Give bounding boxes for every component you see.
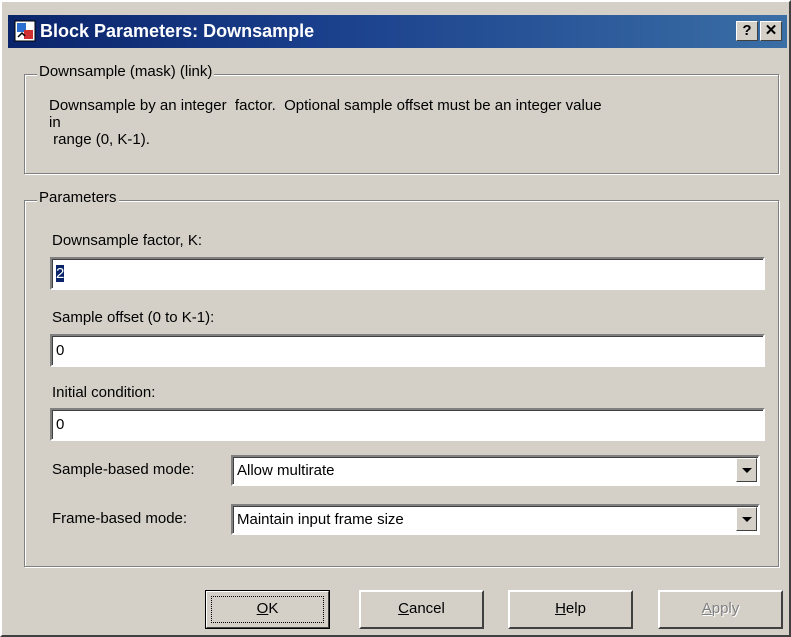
ok-button[interactable]: OK [205,590,330,629]
sample-offset-label: Sample offset (0 to K-1): [52,309,215,326]
apply-label-rest: pply [711,600,740,617]
initial-condition-value: 0 [56,416,65,433]
description-line: in [49,114,61,131]
sample-offset-value: 0 [56,342,65,359]
downsample-factor-value: 2 [56,265,65,282]
sample-based-mode-label: Sample-based mode: [52,461,195,478]
description-line: range (0, K-1). [49,131,150,148]
close-icon[interactable]: ✕ [760,21,782,41]
downsample-factor-input[interactable]: 2 [50,257,765,290]
help-question-icon[interactable]: ? [736,21,758,41]
sample-offset-input[interactable]: 0 [50,334,765,367]
title-bar[interactable]: Block Parameters: Downsample ? ✕ [8,15,787,48]
initial-condition-input[interactable]: 0 [50,408,765,441]
description-legend: Downsample (mask) (link) [37,63,215,80]
description-text: Downsample by an integer factor. Optiona… [49,97,769,148]
description-groupbox: Downsample (mask) (link) Downsample by a… [24,63,779,174]
ok-label-rest: K [268,600,279,617]
simulink-block-icon [14,20,36,42]
apply-mnemonic: A [701,600,712,617]
chevron-down-icon[interactable] [736,458,757,482]
downsample-factor-label: Downsample factor, K: [52,232,203,249]
apply-button[interactable]: Apply [658,590,783,629]
sample-based-mode-select[interactable]: Allow multirate [231,455,760,486]
window-title: Block Parameters: Downsample [40,21,315,41]
help-glyph: ? [742,22,752,39]
frame-based-mode-value: Maintain input frame size [237,511,404,528]
cancel-button[interactable]: Cancel [359,590,484,629]
description-line: Downsample by an integer factor. Optiona… [49,97,602,114]
initial-condition-label: Initial condition: [52,384,156,401]
sample-based-mode-value: Allow multirate [237,462,335,479]
help-mnemonic: H [555,600,566,617]
chevron-down-icon[interactable] [736,507,757,531]
close-glyph: ✕ [764,22,778,39]
dialog-window: Block Parameters: Downsample ? ✕ Downsam… [0,0,791,637]
help-button[interactable]: Help [508,590,633,629]
frame-based-mode-select[interactable]: Maintain input frame size [231,504,760,535]
ok-mnemonic: O [256,600,269,617]
cancel-label-rest: ancel [408,600,445,617]
parameters-legend: Parameters [37,189,119,206]
frame-based-mode-label: Frame-based mode: [52,510,188,527]
help-label-rest: elp [565,600,586,617]
cancel-mnemonic: C [398,600,409,617]
